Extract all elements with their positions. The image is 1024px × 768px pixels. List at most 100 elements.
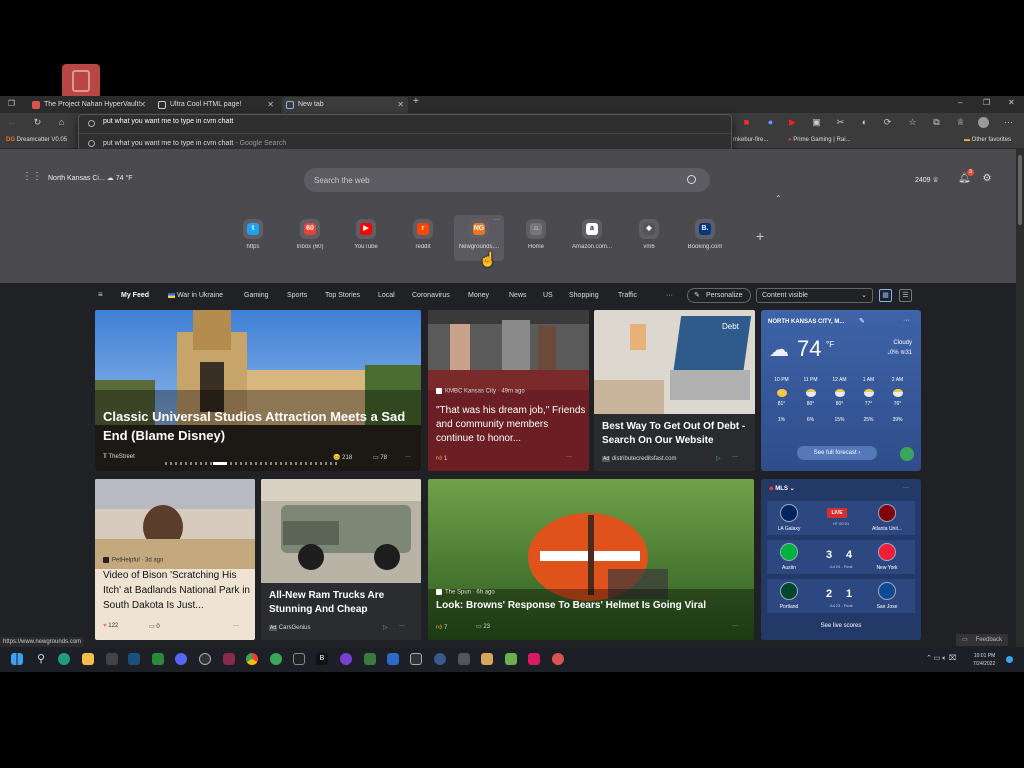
card-reactions[interactable]: ♥ 122 bbox=[103, 623, 118, 629]
weather-widget[interactable]: NORTH KANSAS CITY, M... ✎ ··· ☁ 74 °F Cl… bbox=[761, 310, 921, 471]
tab-hypervault[interactable]: The Project Nahan HyperVault! ✕ bbox=[28, 97, 150, 113]
weather-alert-icon[interactable] bbox=[900, 447, 914, 461]
personalize-button[interactable]: ✎ Personalize bbox=[687, 288, 751, 303]
grid-view-icon[interactable]: ▦ bbox=[879, 289, 892, 302]
more-options-icon[interactable]: ··· bbox=[399, 623, 405, 629]
chrome-icon[interactable] bbox=[246, 653, 258, 665]
card-reactions[interactable]: 👍︎ 1 bbox=[436, 454, 447, 462]
more-options-icon[interactable]: ··· bbox=[233, 623, 239, 629]
apps-grid-icon[interactable]: ⋮⋮ bbox=[22, 171, 42, 183]
app-icon[interactable]: B bbox=[316, 653, 328, 665]
header-weather[interactable]: North Kansas Ci... ☁ 74 °F bbox=[48, 174, 133, 182]
app-icon[interactable] bbox=[223, 653, 235, 665]
tab-new-tab[interactable]: New tab ✕ bbox=[282, 97, 408, 113]
extension-icon[interactable]: ● bbox=[765, 117, 776, 128]
news-card-bison[interactable]: PetHelpful · 3d ago Video of Bison 'Scra… bbox=[95, 479, 255, 640]
more-options-icon[interactable]: ··· bbox=[903, 317, 910, 324]
mls-header[interactable]: ◆ MLS ⌄ bbox=[769, 485, 795, 492]
app-icon[interactable] bbox=[552, 653, 564, 665]
ad-card-ram[interactable]: All-New Ram Trucks Are Stunning And Chea… bbox=[261, 479, 421, 640]
news-card-dream-job[interactable]: KMBC Kansas City · 49m ago "That was his… bbox=[428, 310, 589, 471]
quick-link-amazon-com[interactable]: a Amazon.com... bbox=[567, 215, 617, 261]
quick-link-reddit[interactable]: r reddit bbox=[398, 215, 448, 261]
terminal-icon[interactable] bbox=[410, 653, 422, 665]
tab-actions-icon[interactable]: ❐ bbox=[6, 98, 17, 109]
web-search-input[interactable] bbox=[314, 173, 674, 187]
back-icon[interactable]: ← bbox=[6, 117, 17, 128]
web-search-box[interactable] bbox=[304, 168, 710, 192]
card-reactions[interactable]: 👍︎ 7 bbox=[436, 623, 447, 631]
tab-close-icon[interactable]: ✕ bbox=[139, 97, 146, 112]
nav-top-stories[interactable]: Top Stories bbox=[325, 292, 360, 299]
notification-center-icon[interactable] bbox=[1006, 656, 1013, 663]
quick-link-booking-com[interactable]: B. Booking.com bbox=[680, 215, 730, 261]
nav-coronavirus[interactable]: Coronavirus bbox=[412, 292, 450, 299]
app-icon[interactable] bbox=[152, 653, 164, 665]
add-shortcut-icon[interactable]: + bbox=[756, 228, 764, 244]
edit-pencil-icon[interactable]: ✎ bbox=[859, 317, 865, 325]
youtube-ext-icon[interactable]: ▶ bbox=[787, 117, 798, 128]
floating-app-icon[interactable] bbox=[62, 64, 100, 98]
extension-icon[interactable]: ▣ bbox=[811, 117, 822, 128]
nav-shopping[interactable]: Shopping bbox=[569, 292, 599, 299]
app-icon[interactable] bbox=[340, 653, 352, 665]
nav-gaming[interactable]: Gaming bbox=[244, 292, 269, 299]
search-icon[interactable] bbox=[687, 175, 696, 184]
match-row[interactable]: LA Galaxy Atlanta Unit... LIVE HT 00:01 bbox=[767, 501, 915, 535]
match-row[interactable]: Portland San Jose 2 1 Jul 23 - Final bbox=[767, 579, 915, 613]
address-input[interactable]: put what you want me to type in cvm chat… bbox=[103, 118, 233, 125]
tab-close-icon[interactable]: ✕ bbox=[397, 97, 404, 112]
more-options-icon[interactable]: ··· bbox=[405, 454, 411, 460]
nav-news[interactable]: News bbox=[509, 292, 527, 299]
collections-icon[interactable]: ⧉ bbox=[931, 117, 942, 128]
new-tab-plus-icon[interactable]: + bbox=[413, 96, 419, 107]
tab-close-icon[interactable]: ✕ bbox=[267, 97, 274, 112]
quick-link-https[interactable]: t https bbox=[228, 215, 278, 261]
app-icon[interactable] bbox=[293, 653, 305, 665]
page-scrollbar[interactable] bbox=[1016, 149, 1024, 647]
quick-link-inbox-60[interactable]: 60 Inbox (60) bbox=[285, 215, 335, 261]
more-options-icon[interactable]: ··· bbox=[566, 454, 572, 460]
app-icon[interactable] bbox=[528, 653, 540, 665]
home-icon[interactable]: ⌂ bbox=[56, 117, 67, 128]
mls-scores-widget[interactable]: ◆ MLS ⌄ ··· LA Galaxy Atlanta Unit... LIVE… bbox=[761, 479, 921, 640]
extension-icon[interactable]: ✂ bbox=[835, 117, 846, 128]
card-comments[interactable]: ▭ 23 bbox=[476, 623, 490, 630]
play-icon[interactable]: ▷ bbox=[383, 624, 388, 631]
nav-more[interactable]: ··· bbox=[666, 292, 673, 299]
card-reactions[interactable]: 😊 218 bbox=[333, 454, 352, 461]
nav-war-in-ukraine[interactable]: War in Ukraine bbox=[168, 292, 223, 299]
app-icon[interactable] bbox=[458, 653, 470, 665]
collapse-chevron-icon[interactable]: ⌃ bbox=[775, 194, 782, 203]
app-icon[interactable] bbox=[505, 653, 517, 665]
feedback-button[interactable]: ▭ Feedback bbox=[956, 634, 1008, 646]
list-view-icon[interactable]: ☰ bbox=[899, 289, 912, 302]
extension-icon[interactable]: ■ bbox=[741, 117, 752, 128]
quick-link-vm6[interactable]: ◆ vm6 bbox=[624, 215, 674, 261]
nav-my-feed[interactable]: My Feed bbox=[121, 292, 149, 299]
play-icon[interactable]: ▷ bbox=[716, 455, 721, 462]
search-icon[interactable]: ⚲ bbox=[35, 653, 47, 665]
full-forecast-button[interactable]: See full forecast › bbox=[797, 446, 877, 460]
scroll-thumb[interactable] bbox=[1018, 155, 1022, 225]
more-options-icon[interactable]: ··· bbox=[494, 217, 500, 223]
news-card-browns[interactable]: The Spun · 6h ago Look: Browns' Response… bbox=[428, 479, 754, 640]
nav-money[interactable]: Money bbox=[468, 292, 489, 299]
tab-ultra-cool[interactable]: Ultra Cool HTML page! ✕ bbox=[154, 97, 278, 113]
quick-link-youtube[interactable]: ▶ YouTube bbox=[341, 215, 391, 261]
app-icon[interactable] bbox=[199, 653, 211, 665]
favorites-icon[interactable]: ☆ bbox=[907, 117, 918, 128]
close-window-icon[interactable]: ✕ bbox=[1008, 98, 1015, 107]
more-options-icon[interactable]: ··· bbox=[732, 454, 738, 460]
favorite-dreamcatter[interactable]: DG Dreamcatter V0.05 bbox=[6, 137, 67, 143]
maximize-icon[interactable]: ❐ bbox=[983, 98, 990, 107]
settings-gear-icon[interactable] bbox=[434, 653, 446, 665]
quick-link-home[interactable]: ⌂ Home bbox=[511, 215, 561, 261]
nav-local[interactable]: Local bbox=[378, 292, 395, 299]
favorite-item[interactable]: mkebur-fire... bbox=[733, 137, 768, 143]
file-explorer-icon[interactable] bbox=[82, 653, 94, 665]
store-icon[interactable] bbox=[106, 653, 118, 665]
nav-us[interactable]: US bbox=[543, 292, 553, 299]
steam-icon[interactable] bbox=[128, 653, 140, 665]
rewards-icon[interactable]: ♕ bbox=[955, 117, 966, 128]
